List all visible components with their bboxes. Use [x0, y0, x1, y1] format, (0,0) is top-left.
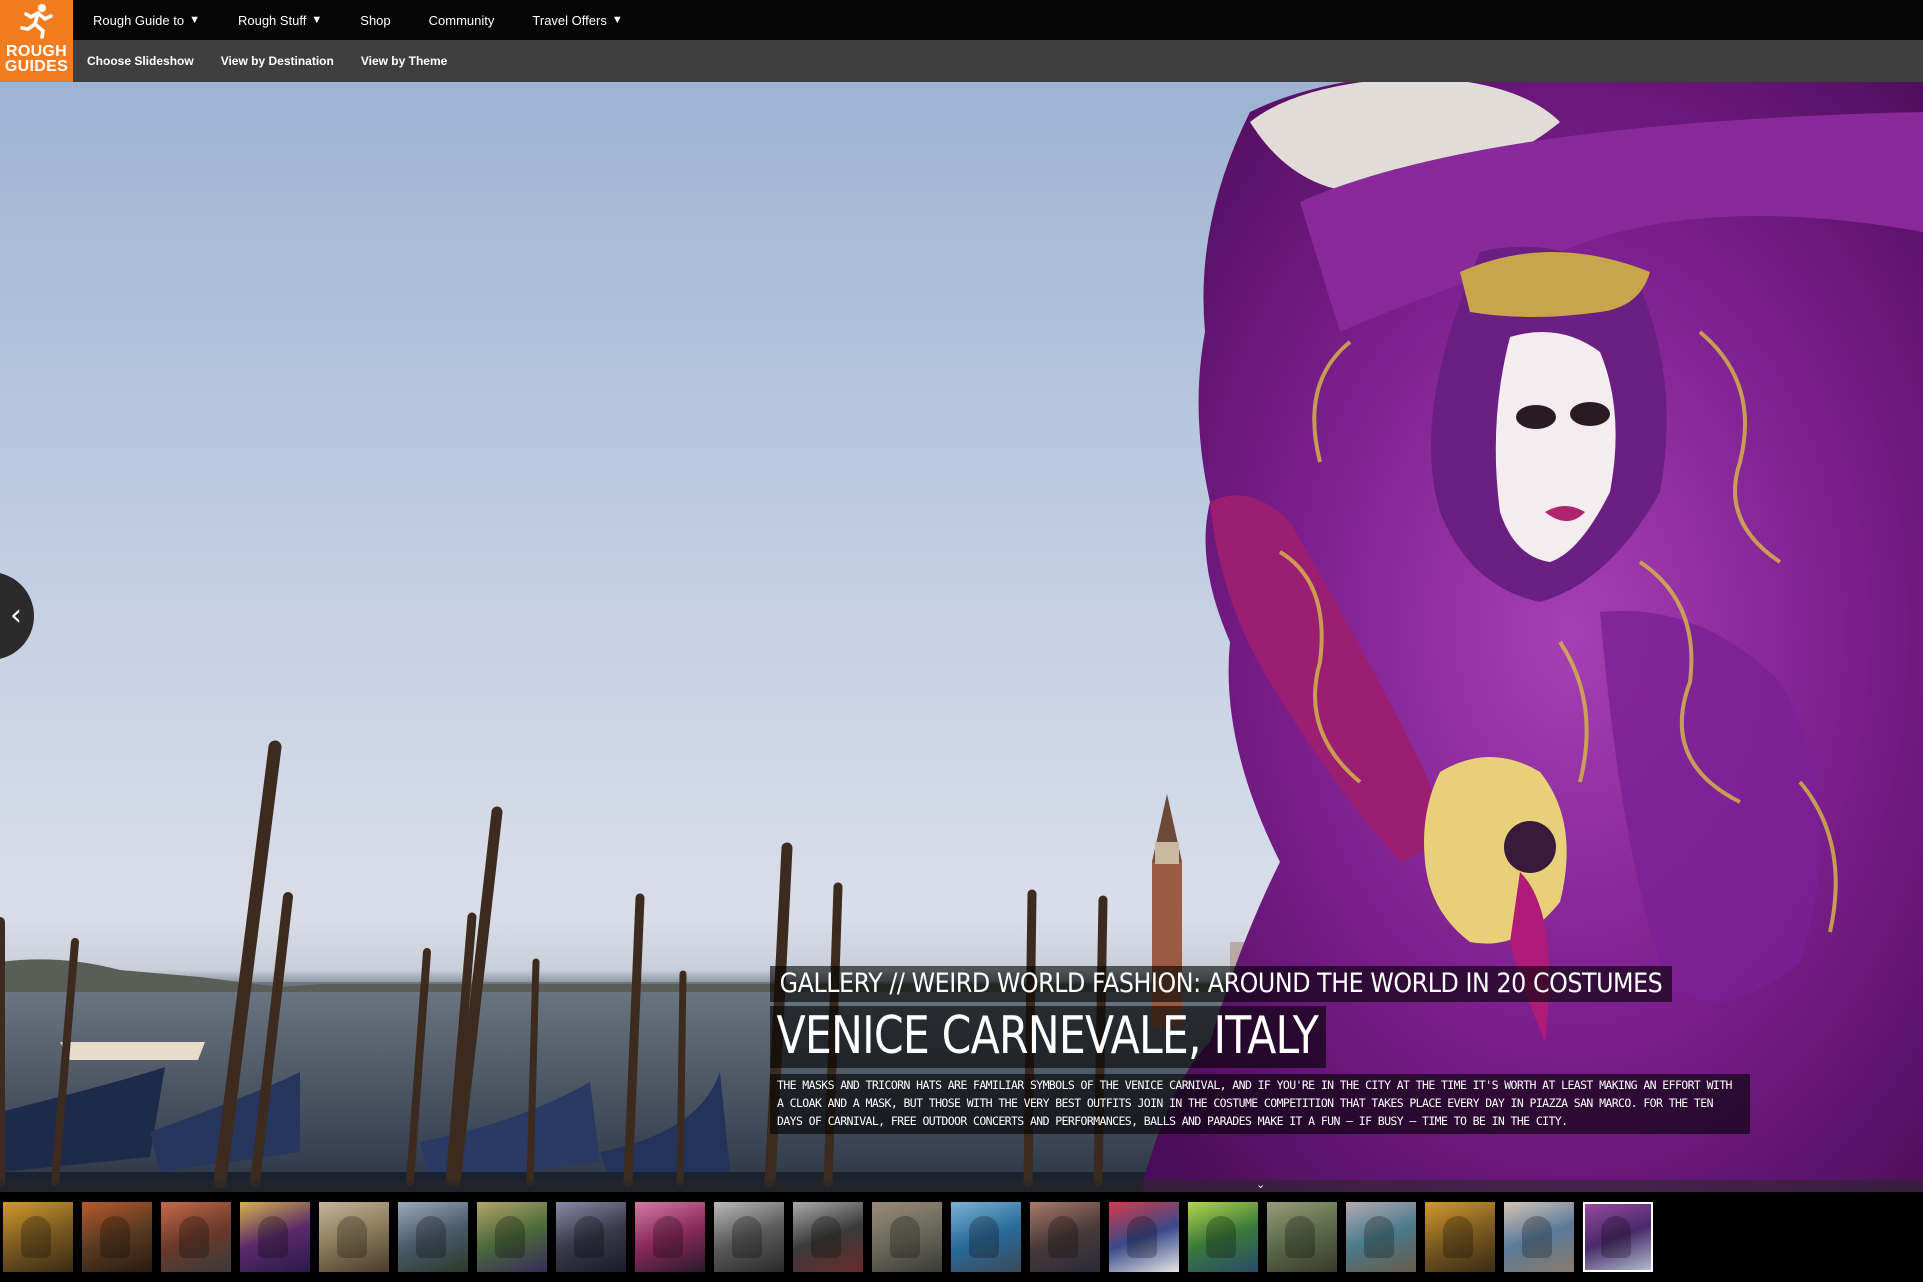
slide-thumbnail[interactable]: [714, 1202, 784, 1272]
secondary-navigation-bar: Choose Slideshow View by Destination Vie…: [0, 40, 1923, 82]
caret-down-icon: ▼: [311, 14, 323, 26]
slideshow-menu: Choose Slideshow View by Destination Vie…: [87, 40, 474, 82]
caption-toggle-bar[interactable]: [0, 1180, 1923, 1192]
menu-rough-stuff[interactable]: Rough Stuff ▼: [238, 13, 322, 28]
slide-thumbnail[interactable]: [3, 1202, 73, 1272]
slide-thumbnail[interactable]: [1425, 1202, 1495, 1272]
slide-thumbnail[interactable]: [1109, 1202, 1179, 1272]
slide-thumbnail[interactable]: [1504, 1202, 1574, 1272]
slide-description: The masks and tricorn hats are familiar …: [770, 1074, 1750, 1134]
slide-thumbnail[interactable]: [1188, 1202, 1258, 1272]
slide-thumbnail[interactable]: [82, 1202, 152, 1272]
view-by-theme-link[interactable]: View by Theme: [361, 54, 447, 68]
slide-thumbnail[interactable]: [951, 1202, 1021, 1272]
thumbnail-strip: [0, 1192, 1923, 1282]
slide-thumbnail[interactable]: [240, 1202, 310, 1272]
slide-thumbnail[interactable]: [635, 1202, 705, 1272]
caret-down-icon: ▼: [611, 14, 623, 26]
menu-travel-offers[interactable]: Travel Offers ▼: [532, 13, 622, 28]
slide-thumbnail[interactable]: [1030, 1202, 1100, 1272]
gallery-title: GALLERY // WEIRD WORLD FASHION: AROUND T…: [770, 966, 1673, 1002]
slide-thumbnail[interactable]: [1346, 1202, 1416, 1272]
top-navigation-bar: Rough Guide to ▼ Rough Stuff ▼ Shop Comm…: [0, 0, 1923, 40]
chevron-down-icon[interactable]: ⌄: [1256, 1178, 1265, 1191]
menu-label: Shop: [360, 12, 391, 28]
slide-thumbnail[interactable]: [319, 1202, 389, 1272]
slide-thumbnail[interactable]: [161, 1202, 231, 1272]
choose-slideshow-link[interactable]: Choose Slideshow: [87, 54, 194, 68]
view-by-destination-link[interactable]: View by Destination: [221, 54, 334, 68]
menu-label: Community: [428, 12, 495, 28]
rough-guides-logo[interactable]: ROUGH GUIDES: [0, 0, 73, 82]
menu-community[interactable]: Community: [429, 13, 495, 28]
slide-title: VENICE CARNEVALE, ITALY: [770, 1006, 1327, 1068]
menu-shop[interactable]: Shop: [360, 13, 390, 28]
logo-text-guides: GUIDES: [4, 58, 69, 75]
caret-down-icon: ▼: [189, 14, 200, 26]
slide-thumbnail[interactable]: [872, 1202, 942, 1272]
menu-label: Travel Offers: [532, 12, 607, 28]
main-menu: Rough Guide to ▼ Rough Stuff ▼ Shop Comm…: [93, 0, 661, 40]
chevron-left-icon: ‹: [10, 598, 22, 633]
slide-image: ‹ GALLERY // WEIRD WORLD FASHION: AROUND…: [0, 82, 1923, 1192]
slide-thumbnail[interactable]: [793, 1202, 863, 1272]
menu-label: Rough Stuff: [237, 12, 307, 28]
running-figure-icon: [20, 4, 53, 39]
slide-caption: GALLERY // WEIRD WORLD FASHION: AROUND T…: [770, 966, 1795, 1134]
slide-thumbnail[interactable]: [477, 1202, 547, 1272]
menu-label: Rough Guide to: [93, 12, 185, 28]
slide-thumbnail[interactable]: [556, 1202, 626, 1272]
logo-text-rough: ROUGH: [5, 43, 68, 60]
slide-thumbnail[interactable]: [398, 1202, 468, 1272]
menu-rough-guide-to[interactable]: Rough Guide to ▼: [93, 13, 200, 28]
slide-thumbnail[interactable]: [1267, 1202, 1337, 1272]
slide-thumbnail[interactable]: [1583, 1202, 1653, 1272]
